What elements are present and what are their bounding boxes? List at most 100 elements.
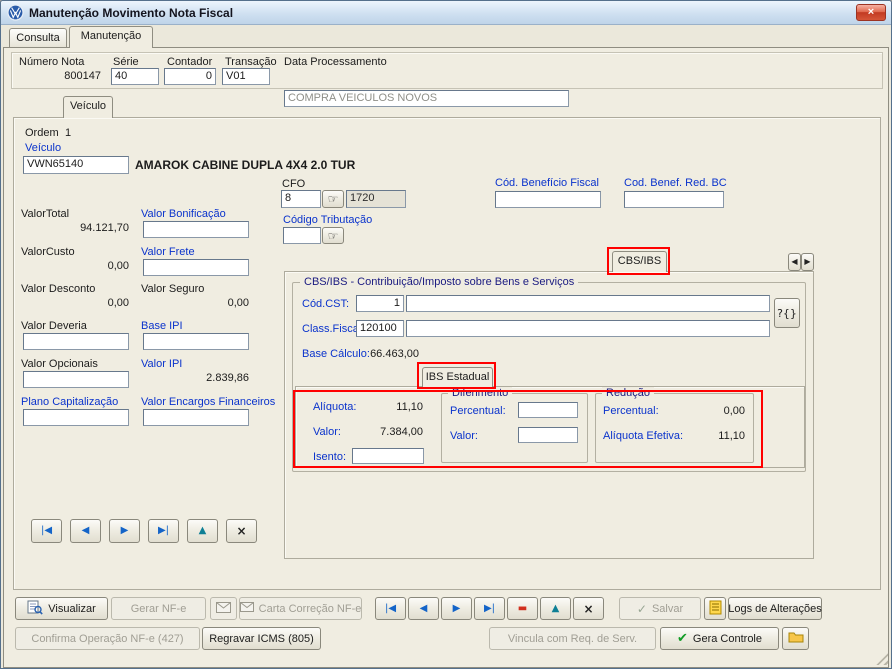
diferimento-percentual-field[interactable] [518,402,578,418]
transacao-label: Transação [225,56,277,68]
diferimento-title: Diferimento [448,387,512,399]
plano-capitalizacao-label: Plano Capitalização [21,396,118,408]
gera-controle-button[interactable]: ✔ Gera Controle [660,627,779,650]
cod-cst-field[interactable]: 1 [356,295,404,312]
vw-logo-icon [7,4,24,24]
cod-benef-red-field[interactable] [624,191,724,208]
isento-label: Isento: [313,451,346,463]
base-calculo-value: 66.463,00 [353,348,419,360]
preview-doc-magnifier-icon [27,600,43,618]
up-triangle-icon: ▲ [552,604,560,614]
ibs-valor-value: 7.384,00 [357,426,423,438]
contador-field[interactable]: 0 [164,68,216,85]
footer-nav-cancel-button[interactable]: × [573,597,604,620]
folder-button[interactable] [782,627,809,650]
footer-nav-remove-button[interactable]: ▬ [507,597,538,620]
ordem-label: Ordem [25,127,59,139]
valor-bonificacao-field[interactable] [143,221,249,238]
footer-nav-up-button[interactable]: ▲ [540,597,571,620]
cod-cst-descricao-field[interactable] [406,295,770,312]
valor-ipi-value: 2.839,86 [141,372,249,384]
cod-beneficio-field[interactable] [495,191,601,208]
serie-field[interactable]: 40 [111,68,159,85]
first-record-icon: |◀ [41,526,52,536]
letter-envelope-icon [240,602,254,615]
reducao-groupbox [595,393,754,463]
cod-beneficio-label: Cód. Benefício Fiscal [495,177,599,189]
next-record-icon: ▶ [121,526,129,536]
plano-capitalizacao-field[interactable] [23,409,129,426]
codigo-tributacao-lookup-button[interactable]: ☞ [322,227,344,244]
vehicle-nav-last-button[interactable]: ▶| [148,519,179,543]
window-title: Manutenção Movimento Nota Fiscal [29,6,233,20]
title-bar: Manutenção Movimento Nota Fiscal × [1,1,891,25]
diferimento-valor-label: Valor: [450,430,478,442]
logs-alteracoes-label: Logs de Alterações [728,603,822,615]
numero-nota-value: 800147 [17,70,101,82]
valor-frete-field[interactable] [143,259,249,276]
footer-nav-next-button[interactable]: ▶ [441,597,472,620]
base-ipi-label: Base IPI [141,320,183,332]
tab-veiculo[interactable]: Veículo [63,96,113,118]
tabstrip-scroll-left-button[interactable]: ◀ [788,253,801,271]
subtab-ibs-estadual[interactable]: IBS Estadual [422,367,493,387]
diferimento-valor-field[interactable] [518,427,578,443]
pointing-hand-icon: ☞ [328,192,339,206]
codigo-tributacao-field[interactable] [283,227,321,244]
ordem-value: 1 [65,127,71,139]
aliquota-value: 11,10 [357,401,423,413]
vincula-req-button: Vincula com Req. de Serv. [489,627,656,650]
codigo-tributacao-label: Código Tributação [283,214,372,226]
yellow-notepad-icon [709,600,722,618]
operacao-field: COMPRA VEICULOS NOVOS [284,90,569,107]
envelope-icon [216,602,231,616]
valor-custo-value: 0,00 [21,260,129,272]
valor-bonificacao-label: Valor Bonificação [141,208,226,220]
salvar-button: ✓ Salvar [619,597,701,620]
tab-cbs-ibs[interactable]: CBS/IBS [612,251,667,272]
visualizar-label: Visualizar [48,603,96,615]
chevron-left-icon: ◀ [791,258,797,266]
logs-alteracoes-button[interactable]: Logs de Alterações [728,597,822,620]
cst-helper-button[interactable]: ?{} [774,298,800,328]
isento-field[interactable] [352,448,424,464]
gerar-nfe-button: Gerar NF-e [111,597,206,620]
footer-nav-first-button[interactable]: |◀ [375,597,406,620]
valor-opcionais-field[interactable] [23,371,129,388]
tab-manutencao[interactable]: Manutenção [69,26,153,48]
cfo-lookup-button[interactable]: ☞ [322,190,344,208]
visualizar-button[interactable]: Visualizar [15,597,108,620]
vehicle-nav-first-button[interactable]: |◀ [31,519,62,543]
vehicle-nav-prior-button[interactable]: ◀ [70,519,101,543]
vehicle-nav-up-button[interactable]: ▲ [187,519,218,543]
base-ipi-field[interactable] [143,333,249,350]
close-button[interactable]: × [856,4,886,21]
carta-correcao-button: Carta Correção NF-e [239,597,362,620]
regravar-icms-button[interactable]: Regravar ICMS (805) [202,627,321,650]
class-fiscal-label: Class.Fiscal: [302,323,364,335]
transacao-field[interactable]: V01 [222,68,270,85]
veiculo-field[interactable]: VWN65140 [23,156,129,174]
valor-seguro-value: 0,00 [141,297,249,309]
cancel-x-icon: × [583,603,593,615]
data-processamento-label: Data Processamento [284,56,387,68]
pointing-hand-icon: ☞ [328,229,339,243]
cfo-code-field[interactable]: 8 [281,190,321,208]
footer-nav-prior-button[interactable]: ◀ [408,597,439,620]
valor-encargos-field[interactable] [143,409,249,426]
first-record-icon: |◀ [385,604,396,614]
footer-nav-last-button[interactable]: ▶| [474,597,505,620]
valor-seguro-label: Valor Seguro [141,283,204,295]
tab-consulta[interactable]: Consulta [9,28,67,47]
valor-deveria-field[interactable] [23,333,129,350]
last-record-icon: ▶| [158,526,169,536]
vehicle-nav-cancel-button[interactable]: × [226,519,257,543]
log-notepad-button[interactable] [704,597,726,620]
reducao-percentual-value: 0,00 [675,405,745,417]
tabstrip-scroll-right-button[interactable]: ▶ [801,253,814,271]
vehicle-nav-next-button[interactable]: ▶ [109,519,140,543]
class-fiscal-descricao-field[interactable] [406,320,770,337]
class-fiscal-field[interactable]: 120100 [356,320,404,337]
gerar-nfe-label: Gerar NF-e [131,603,187,615]
prior-record-icon: ◀ [420,604,428,614]
